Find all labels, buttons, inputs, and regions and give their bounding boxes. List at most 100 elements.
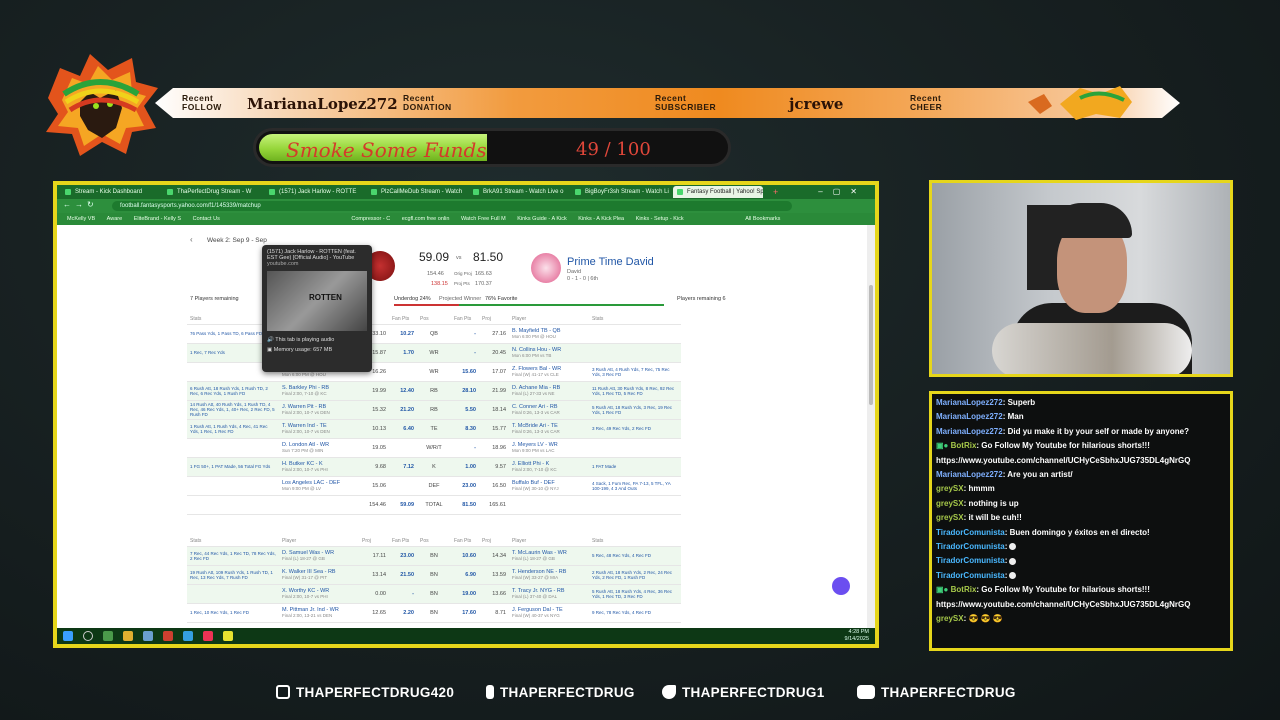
search-icon[interactable] <box>83 631 93 641</box>
chat-username[interactable]: MarianaLopez272 <box>936 470 1003 479</box>
projected-points: 0.00 <box>359 584 389 604</box>
team1-player[interactable]: S. Barkley Phi - RB Final 2:00, 7-10 @ KC <box>279 381 359 401</box>
proj-pts-label: Proj Pts <box>454 281 470 286</box>
fantasy-points <box>389 438 417 458</box>
team2-player[interactable]: B. Mayfield TB - QB Mon 6:00 PM @ HOU <box>509 324 589 344</box>
browser-tab[interactable]: PlzCallMeDub Stream - Watch <box>367 186 467 198</box>
store-icon[interactable] <box>143 631 153 641</box>
game-status: Mon 6:00 PM @ HOU <box>512 334 556 339</box>
scrollbar-thumb[interactable] <box>869 285 873 405</box>
fantasy-points: - <box>389 584 417 604</box>
matchup-row: 19 Rush Att, 109 Rush Yds, 1 Rush TD, 1 … <box>187 565 681 585</box>
chat-username[interactable]: greySX <box>936 614 964 623</box>
fantasy-points: 6.40 <box>389 419 417 439</box>
app-icon[interactable] <box>223 631 233 641</box>
chat-username[interactable]: TiradorComunista <box>936 571 1005 580</box>
team2-player[interactable]: T. McBride Ari - TE Final 0:26, 13-3 vs C… <box>509 419 589 439</box>
team2-player[interactable]: D. Achane Mia - RB Final (L) 27-33 vs NE <box>509 381 589 401</box>
team2-player[interactable]: J. Meyers LV - WR Mon 9:00 PM vs LAC <box>509 438 589 458</box>
team1-player[interactable]: K. Walker III Sea - RB Final (W) 31-17 @ … <box>279 565 359 585</box>
team1-player[interactable]: T. Warren Ind - TE Final 2:00, 10-7 vs DE… <box>279 419 359 439</box>
team2-player[interactable]: J. Elliott Phi - K Final 2:00, 7-10 @ KC <box>509 457 589 477</box>
browser-tab[interactable]: BigBoyFr3sh Stream - Watch Li <box>571 186 671 198</box>
fantasy-points <box>389 362 417 382</box>
bookmark-item[interactable]: ecgfl.com free onlin <box>402 216 450 222</box>
chat-username[interactable]: TiradorComunista <box>936 556 1005 565</box>
week-selector[interactable]: Week 2: Sep 9 - Sep <box>207 237 267 244</box>
bookmark-item[interactable]: Watch Free Full M <box>461 216 506 222</box>
game-status: Final 0:26, 13-3 vs CAR <box>512 429 560 434</box>
team1-player[interactable]: J. Warren Pit - RB Final 2:00, 10-7 vs DE… <box>279 400 359 420</box>
team1-player[interactable]: Los Angeles LAC - DEF Mon 9:00 PM @ LV <box>279 476 359 496</box>
chat-message: greySX: 😎 😎 😎 <box>936 612 1226 626</box>
back-arrow-icon[interactable]: ‹ <box>190 235 193 244</box>
bookmark-item[interactable]: McKelly VB <box>67 216 95 222</box>
browser-tab[interactable]: (1571) Jack Harlow - ROTTE <box>265 186 365 198</box>
chrome-icon[interactable] <box>103 631 113 641</box>
team2-player[interactable]: Buffalo Buf - DEF Final (W) 30-10 @ NYJ <box>509 476 589 496</box>
vs-label: vs <box>456 255 462 261</box>
bookmark-item[interactable]: EliteBrand - Kelly S <box>134 216 181 222</box>
browser-tab[interactable]: ThaPerfectDrug Stream - W <box>163 186 263 198</box>
app-icon[interactable] <box>163 631 173 641</box>
chat-username[interactable]: MarianaLopez272 <box>936 412 1003 421</box>
team2-player[interactable]: Z. Flowers Bal - WR Final (W) 41-17 vs CL… <box>509 362 589 382</box>
app-icon[interactable] <box>203 631 213 641</box>
bookmark-item[interactable]: Kinks - Setup - Kick <box>636 216 684 222</box>
bookmark-item[interactable]: Aware <box>107 216 123 222</box>
team1-player[interactable]: H. Butker KC - K Final 2:00, 10-7 vs PHI <box>279 457 359 477</box>
bookmark-item[interactable]: Compressor - C <box>351 216 390 222</box>
preview-memory: ▣ Memory usage: 657 MB <box>267 347 367 353</box>
new-tab-icon[interactable]: + <box>773 186 778 198</box>
app-icon[interactable] <box>183 631 193 641</box>
matchup-row: 14 Rush Att, 40 Rush Yds, 1 Rush TD, 4 R… <box>187 400 681 420</box>
chat-username[interactable]: TiradorComunista <box>936 528 1005 537</box>
team1-player[interactable]: M. Pittman Jr. Ind - WR Final 2:00, 13-21… <box>279 603 359 623</box>
team1-player[interactable]: D. London Atl - WR Sun 7:20 PM @ MIN <box>279 438 359 458</box>
projected-points: 10.13 <box>359 419 389 439</box>
chat-username[interactable]: MarianaLopez272 <box>936 427 1003 436</box>
projected-points: 19.05 <box>359 438 389 458</box>
page-scrollbar[interactable] <box>867 225 875 629</box>
ribbon-lion-icon <box>1020 84 1150 122</box>
windows-start-icon[interactable] <box>63 631 73 641</box>
chat-username[interactable]: TiradorComunista <box>936 542 1005 551</box>
browser-tab-active[interactable]: Fantasy Football | Yahoo! Sport <box>673 186 763 198</box>
fantasy-points: 23.00 <box>451 476 479 496</box>
url-input[interactable]: football.fantasysports.yahoo.com/f1/1453… <box>112 201 792 211</box>
bookmark-item[interactable]: Kinks Guide - A Kick <box>517 216 567 222</box>
browser-tab[interactable]: BrkA91 Stream - Watch Live o <box>469 186 569 198</box>
fantasy-points: 5.50 <box>451 400 479 420</box>
team2-player[interactable]: T. Henderson NE - RB Final (W) 33-27 @ MI… <box>509 565 589 585</box>
recent-follow-value: MarianaLopez272 <box>247 95 398 113</box>
bookmark-item[interactable]: All Bookmarks <box>745 216 780 222</box>
chat-username[interactable]: BotRix <box>951 585 977 594</box>
instagram-icon <box>276 685 290 699</box>
projected-points: 15.06 <box>359 476 389 496</box>
chat-username[interactable]: MarianaLopez272 <box>936 398 1003 407</box>
system-clock[interactable]: 4:28 PM 9/14/2025 <box>845 629 869 643</box>
window-controls-icon[interactable]: –▢✕ <box>818 185 867 198</box>
team2-player[interactable]: C. Conner Ari - RB Final 0:26, 13-3 vs CA… <box>509 400 589 420</box>
team2-name[interactable]: Prime Time David <box>567 256 654 268</box>
chat-username[interactable]: BotRix <box>951 441 977 450</box>
team2-player[interactable]: N. Collins Hou - WR Mon 6:00 PM vs TB <box>509 343 589 363</box>
bookmark-item[interactable]: Kinks - A Kick Plea <box>578 216 624 222</box>
team1-player[interactable]: D. Samuel Was - WR Final (L) 18-27 @ GB <box>279 546 359 566</box>
player-stats: 1 Rush Att, 1 Rush Yds, 4 Rec, 41 Rec Yd… <box>187 419 279 439</box>
team2-player[interactable]: T. McLaurin Was - WR Final (L) 18-27 @ GB <box>509 546 589 566</box>
team2-player[interactable]: J. Ferguson Dal - TE Final (W) 40-37 vs N… <box>509 603 589 623</box>
team2-player[interactable]: T. Tracy Jr. NYG - RB Final (L) 37-40 @ D… <box>509 584 589 604</box>
chat-username[interactable]: greySX <box>936 513 964 522</box>
chat-username[interactable]: greySX <box>936 484 964 493</box>
file-explorer-icon[interactable] <box>123 631 133 641</box>
team1-player[interactable]: X. Worthy KC - WR Final 2:00, 10-7 vs PHI <box>279 584 359 604</box>
browser-tab[interactable]: Stream - Kick Dashboard <box>61 186 161 198</box>
player-stats: 5 Rush Att, 18 Rush Yds, 3 Rec, 19 Rec Y… <box>589 400 681 420</box>
chat-username[interactable]: greySX <box>936 499 964 508</box>
chat-text: https://www.youtube.com/channel/UCHyCeSb… <box>936 455 1191 465</box>
chat-assist-icon[interactable] <box>832 577 850 595</box>
nav-arrows-icon[interactable]: ←→↻ <box>63 200 98 209</box>
chat-text: : it will be cuh!! <box>963 513 1022 523</box>
bookmark-item[interactable]: Contact Us <box>193 216 220 222</box>
